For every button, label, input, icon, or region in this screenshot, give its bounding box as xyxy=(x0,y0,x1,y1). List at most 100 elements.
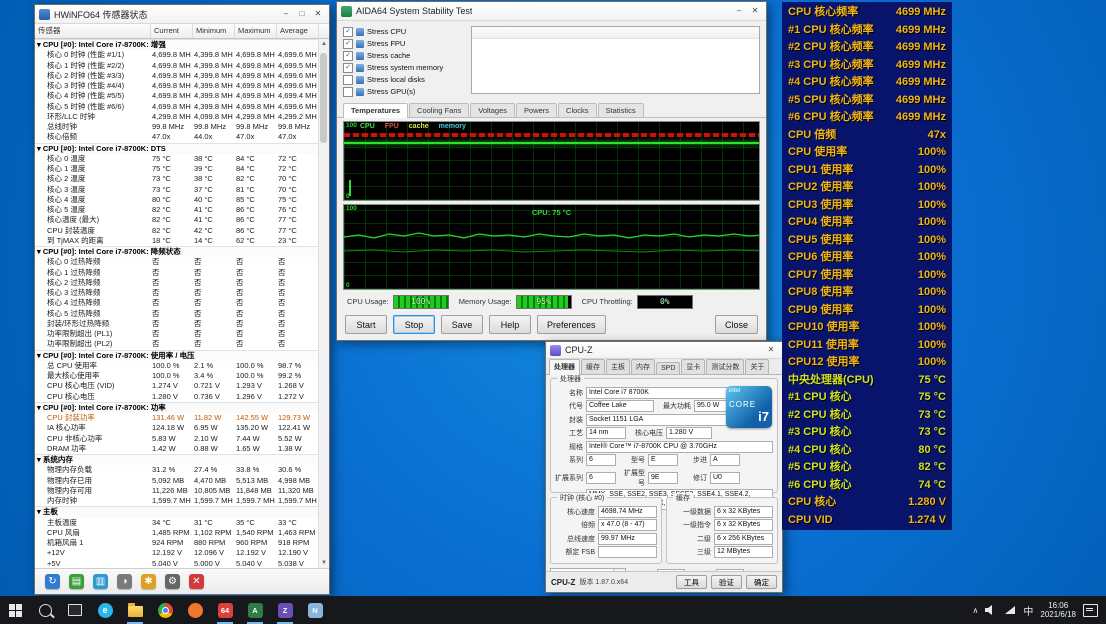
microsoft-edge-taskbar-button[interactable]: e xyxy=(90,596,120,624)
notification-center-icon[interactable] xyxy=(1083,604,1098,617)
sensor-row[interactable]: 核心倍频47.0x44.0x47.0x47.0x xyxy=(35,132,319,142)
sensor-group-row[interactable]: ▾ CPU [#0]: Intel Core i7-8700K: 使用率 / 电… xyxy=(35,350,319,361)
column-maximum[interactable]: Maximum xyxy=(235,24,277,38)
sensor-row[interactable]: 环形/LLC 时钟4,299.8 MHz4,099.8 MHz4,299.8 M… xyxy=(35,112,319,122)
sensor-row[interactable]: 核心温度 (最大)82 °C41 °C86 °C77 °C xyxy=(35,215,319,225)
close-icon[interactable]: ✕ xyxy=(764,344,778,356)
tab-powers[interactable]: Powers xyxy=(516,103,557,117)
settings-gear-icon[interactable]: ⚙ xyxy=(165,574,180,589)
stress-checkbox-stress-cache[interactable]: ✓Stress cache xyxy=(343,50,465,61)
minimize-icon[interactable]: – xyxy=(279,8,293,20)
scroll-up-icon[interactable]: ▲ xyxy=(319,39,329,49)
scrollbar-thumb[interactable] xyxy=(320,53,327,143)
sensor-row[interactable]: CPU 封装温度82 °C42 °C86 °C77 °C xyxy=(35,226,319,236)
sensor-row[interactable]: 主板温度34 °C31 °C35 °C33 °C xyxy=(35,518,319,528)
sensor-row[interactable]: CPU 非核心功率5.83 W2.10 W7.44 W5.52 W xyxy=(35,434,319,444)
close-icon[interactable]: ✕ xyxy=(189,574,204,589)
sensor-row[interactable]: 核心 4 过热降频否否否否 xyxy=(35,298,319,308)
tab-clocks[interactable]: Clocks xyxy=(558,103,597,117)
start-button[interactable]: Start xyxy=(345,315,387,334)
sensor-row[interactable]: +12V12.192 V12.096 V12.192 V12.190 V xyxy=(35,548,319,558)
preferences-button[interactable]: Preferences xyxy=(537,315,606,334)
sensor-row[interactable]: CPU 核心电压1.280 V0.736 V1.296 V1.272 V xyxy=(35,392,319,402)
sensor-row[interactable]: 机箱风扇 1924 RPM880 RPM960 RPM918 RPM xyxy=(35,538,319,548)
sensor-row[interactable]: 核心 3 温度73 °C37 °C81 °C70 °C xyxy=(35,185,319,195)
stress-checkbox-stress-cpu[interactable]: ✓Stress CPU xyxy=(343,26,465,37)
sensor-row[interactable]: 功率限制超出 (PL1)否否否否 xyxy=(35,329,319,339)
tab-spd[interactable]: SPD xyxy=(656,362,680,374)
hwinfo-scrollbar[interactable]: ▲ ▼ xyxy=(318,39,329,568)
sensor-row[interactable]: +5V5.040 V5.000 V5.040 V5.038 V xyxy=(35,559,319,569)
task-view-button[interactable] xyxy=(60,596,90,624)
stress-checkbox-stress-fpu[interactable]: ✓Stress FPU xyxy=(343,38,465,49)
logging-icon[interactable]: ▤ xyxy=(69,574,84,589)
tab-statistics[interactable]: Statistics xyxy=(598,103,644,117)
sensor-group-row[interactable]: ▾ CPU [#0]: Intel Core i7-8700K: 增强 xyxy=(35,39,319,50)
sensor-row[interactable]: 核心 2 过热降频否否否否 xyxy=(35,278,319,288)
sensor-row[interactable]: 到 TjMAX 的距离18 °C14 °C62 °C23 °C xyxy=(35,236,319,246)
google-chrome-taskbar-button[interactable] xyxy=(150,596,180,624)
sensor-row[interactable]: 封装/环形过热降频否否否否 xyxy=(35,319,319,329)
aida64-titlebar[interactable]: AIDA64 System Stability Test – ✕ xyxy=(337,2,766,21)
sensor-group-row[interactable]: ▾ CPU [#0]: Intel Core i7-8700K: 降频状态 xyxy=(35,246,319,257)
sensor-row[interactable]: 核心 1 时钟 (性能 #2/2)4,699.8 MHz4,399.8 MHz4… xyxy=(35,61,319,71)
graph-icon[interactable]: ▥ xyxy=(93,574,108,589)
sensor-row[interactable]: 物理内存可用11,226 MB10,805 MB11,848 MB11,320 … xyxy=(35,486,319,496)
validate-button[interactable]: 验证 xyxy=(711,575,742,589)
sensor-group-row[interactable]: ▾ 系统内存 xyxy=(35,454,319,465)
sensor-row[interactable]: 功率限制超出 (PL2)否否否否 xyxy=(35,339,319,349)
file-explorer-taskbar-button[interactable] xyxy=(120,596,150,624)
scroll-down-icon[interactable]: ▼ xyxy=(319,558,329,568)
sensor-row[interactable]: 总 CPU 使用率100.0 %2.1 %100.0 %98.7 % xyxy=(35,361,319,371)
result-listbox[interactable] xyxy=(471,26,760,94)
ime-indicator[interactable]: 中 xyxy=(1023,603,1033,618)
search-button[interactable] xyxy=(30,596,60,624)
sensor-row[interactable]: IA 核心功率124.18 W6.95 W135.20 W122.41 W xyxy=(35,423,319,433)
tab-处理器[interactable]: 处理器 xyxy=(549,359,580,375)
sensor-row[interactable]: 核心 1 过热降频否否否否 xyxy=(35,268,319,278)
tab-voltages[interactable]: Voltages xyxy=(470,103,515,117)
column-minimum[interactable]: Minimum xyxy=(193,24,235,38)
tab-缓存[interactable]: 缓存 xyxy=(581,359,605,374)
tools-button[interactable]: 工具 xyxy=(676,575,707,589)
sensor-group-row[interactable]: ▾ CPU [#0]: Intel Core i7-8700K: 功率 xyxy=(35,402,319,413)
tray-chevron-icon[interactable]: ∧ xyxy=(973,606,979,615)
sensor-group-row[interactable]: ▾ 主板 xyxy=(35,506,319,517)
clock-icon[interactable]: ◑ xyxy=(117,574,132,589)
sensor-row[interactable]: CPU 核心电压 (VID)1.274 V0.721 V1.293 V1.268… xyxy=(35,381,319,391)
sensor-row[interactable]: 核心 2 温度73 °C38 °C82 °C70 °C xyxy=(35,174,319,184)
start-button[interactable] xyxy=(0,596,30,624)
cpuz-titlebar[interactable]: CPU-Z ✕ xyxy=(546,342,782,359)
save-button[interactable]: Save xyxy=(441,315,483,334)
sensor-row[interactable]: 物理内存已用5,092 MB4,470 MB5,513 MB4,998 MB xyxy=(35,476,319,486)
sensor-row[interactable]: 核心 3 时钟 (性能 #4/4)4,699.8 MHz4,399.8 MHz4… xyxy=(35,81,319,91)
sensor-row[interactable]: 核心 1 温度75 °C39 °C84 °C72 °C xyxy=(35,164,319,174)
ok-button[interactable]: 确定 xyxy=(746,575,777,589)
tab-cooling-fans[interactable]: Cooling Fans xyxy=(409,103,469,117)
column-current[interactable]: Current xyxy=(151,24,193,38)
close-icon[interactable]: ✕ xyxy=(311,8,325,20)
cpu-z-taskbar-button[interactable]: Z xyxy=(270,596,300,624)
sensor-row[interactable]: 核心 5 时钟 (性能 #6/6)4,699.8 MHz4,399.8 MHz4… xyxy=(35,102,319,112)
sun-icon[interactable]: ✱ xyxy=(141,574,156,589)
sensor-row[interactable]: 总线时钟99.8 MHz99.8 MHz99.8 MHz99.8 MHz xyxy=(35,122,319,132)
hwinfo64-taskbar-button[interactable]: 64 xyxy=(210,596,240,624)
sensor-row[interactable]: 核心 3 过热降频否否否否 xyxy=(35,288,319,298)
sensor-row[interactable]: 核心 2 时钟 (性能 #3/3)4,699.8 MHz4,399.8 MHz4… xyxy=(35,71,319,81)
minimize-icon[interactable]: – xyxy=(732,5,746,17)
sensor-row[interactable]: 内存时钟1,599.7 MHz1,599.7 MHz1,599.7 MHz1,5… xyxy=(35,496,319,506)
column-sensor[interactable]: 传感器 xyxy=(35,24,151,38)
sensor-row[interactable]: 核心 0 过热降频否否否否 xyxy=(35,257,319,267)
sensor-row[interactable]: 最大核心使用率100.0 %3.4 %100.0 %99.2 % xyxy=(35,371,319,381)
sensor-row[interactable]: 核心 5 过热降频否否否否 xyxy=(35,309,319,319)
sensor-row[interactable]: 核心 4 时钟 (性能 #5/5)4,699.8 MHz4,399.8 MHz4… xyxy=(35,91,319,101)
firefox-taskbar-button[interactable] xyxy=(180,596,210,624)
column-average[interactable]: Average xyxy=(277,24,319,38)
notepad-taskbar-button[interactable]: N xyxy=(300,596,330,624)
sensor-row[interactable]: 核心 0 时钟 (性能 #1/1)4,699.8 MHz4,399.8 MHz4… xyxy=(35,50,319,60)
sensor-row[interactable]: 核心 0 温度75 °C38 °C84 °C72 °C xyxy=(35,154,319,164)
sensor-row[interactable]: 核心 5 温度82 °C41 °C86 °C76 °C xyxy=(35,205,319,215)
close-button[interactable]: Close xyxy=(715,315,758,334)
tab-temperatures[interactable]: Temperatures xyxy=(343,103,408,118)
tab-主板[interactable]: 主板 xyxy=(606,359,630,374)
